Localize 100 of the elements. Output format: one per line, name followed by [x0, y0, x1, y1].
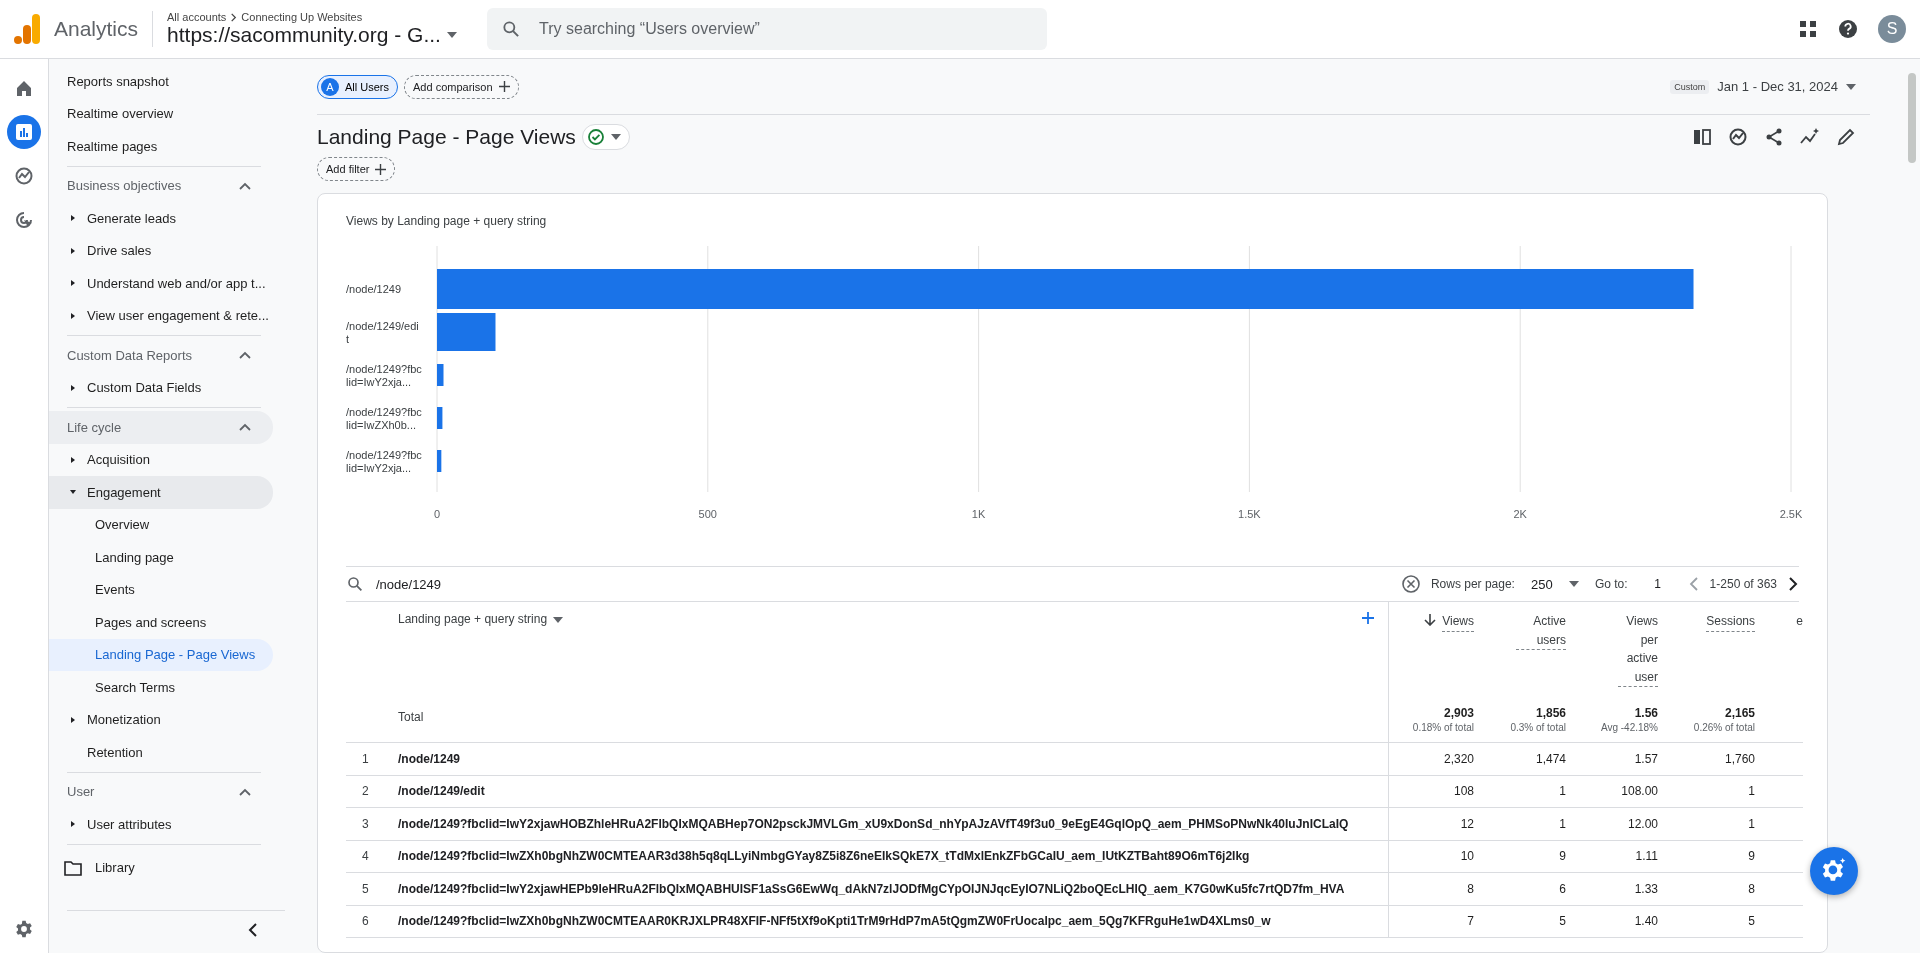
- row-number: 1: [346, 743, 398, 776]
- table-cell: 108.00: [1572, 775, 1664, 808]
- chart-title: Views by Landing page + query string: [346, 214, 548, 230]
- column-header[interactable]: Sessions: [1706, 612, 1755, 632]
- rows-per-page-label: Rows per page:: [1430, 577, 1515, 591]
- library-link[interactable]: Library: [49, 847, 273, 888]
- axis-tick-label: 2K: [1513, 508, 1527, 520]
- table-cell: /node/1249?fbclid=IwY2xjawHOBZhleHRuA2FlbQIxMQABHep7ON2psckJMVLGm_xU9xDonSd_nhYpAJzAVfT49f3u0_9eEgE4GqlOpQ_aem_PHMSoPNwNk40IuJnICLaIQ: [398, 808, 1388, 841]
- table-cell: 1: [1480, 808, 1572, 841]
- share-icon[interactable]: [1764, 127, 1784, 147]
- sidebar-item[interactable]: Reports snapshot: [49, 65, 273, 98]
- table-cell: /node/1249/edit: [398, 775, 1388, 808]
- axis-tick-label: 2.5K: [1779, 508, 1802, 520]
- table-cell: /node/1249: [398, 743, 1388, 776]
- rows-per-page-select[interactable]: 250: [1524, 575, 1585, 593]
- chevron-up-icon[interactable]: [239, 787, 251, 796]
- target-cursor-icon[interactable]: [14, 210, 34, 230]
- axis-tick-label: 500: [698, 508, 717, 520]
- total-share: Avg -42.18%: [1600, 722, 1658, 733]
- columns-icon[interactable]: [1692, 127, 1712, 147]
- chart-circle-icon[interactable]: [14, 166, 34, 186]
- axis-tick-label: 1K: [971, 508, 986, 520]
- settings-icon[interactable]: [14, 919, 34, 939]
- category-label: /node/1249/edit: [346, 320, 419, 345]
- property-selector[interactable]: https://sacommunity.org - G...: [167, 23, 468, 47]
- sidebar-item[interactable]: Events: [49, 573, 273, 606]
- axis-tick-label: 0: [433, 508, 441, 520]
- sidebar-item[interactable]: Acquisition: [49, 443, 273, 476]
- add-icon[interactable]: [1362, 612, 1374, 624]
- help-icon[interactable]: [1838, 19, 1858, 39]
- column-header[interactable]: Views: [1424, 612, 1474, 632]
- sidebar-item[interactable]: Overview: [49, 508, 273, 541]
- sidebar-item[interactable]: Monetization: [49, 703, 273, 736]
- check-circle-icon: [586, 128, 605, 146]
- category-label: /node/1249?fbclid=IwY2xja...: [346, 363, 422, 388]
- table-cell: 6: [1480, 873, 1572, 906]
- sidebar-item[interactable]: Engagement: [49, 476, 273, 509]
- row-number: 2: [346, 775, 398, 808]
- sidebar-item[interactable]: Realtime pages: [49, 130, 273, 163]
- column-header[interactable]: e: [1796, 612, 1803, 631]
- table-cell: 1: [1664, 808, 1761, 841]
- table-cell: 12.00: [1572, 808, 1664, 841]
- section-title: Business objectives: [67, 178, 182, 194]
- table-cell: 8: [1388, 873, 1480, 906]
- row-number: 5: [346, 873, 398, 906]
- sidebar-item[interactable]: Custom Data Fields: [49, 371, 273, 404]
- segment-chip[interactable]: A All Users: [317, 74, 398, 99]
- bar-chart-icon[interactable]: [14, 122, 34, 142]
- sidebar-item[interactable]: Landing Page - Page Views: [49, 638, 273, 671]
- bar[interactable]: [437, 407, 443, 429]
- plus-icon: [498, 81, 510, 92]
- report-title: Landing Page - Page Views: [317, 125, 576, 149]
- sidebar-item[interactable]: View user engagement & rete...: [49, 299, 273, 332]
- page-range: 1-250 of 363: [1709, 577, 1777, 591]
- table-cell: 2,320: [1388, 743, 1480, 776]
- table-cell: 10: [1388, 840, 1480, 873]
- insights-icon[interactable]: [1728, 127, 1748, 147]
- chevron-up-icon[interactable]: [239, 351, 251, 360]
- apps-grid-icon[interactable]: [1798, 19, 1818, 39]
- caret-icon: [553, 617, 564, 623]
- column-header[interactable]: Active users: [1516, 612, 1566, 651]
- sidebar-item[interactable]: Pages and screens: [49, 606, 273, 639]
- sidebar-item[interactable]: Retention: [49, 736, 273, 769]
- chevron-right-icon[interactable]: [1787, 577, 1799, 591]
- section-title: User: [67, 784, 95, 800]
- table-cell: /node/1249?fbclid=IwY2xjawHEPb9leHRuA2FlbQIxMQABHUISF1aSsG6EwWq_dAkN7zlJODfMgCYpOIJNJqcEyIO7NLiQ2boQEcLHIQ_aem_K7G0wKu5fc7rtQD7fm_HVA: [398, 873, 1388, 906]
- total-value: 2,903: [1442, 706, 1474, 720]
- breadcrumb-link[interactable]: Connecting Up Websites: [241, 11, 363, 23]
- chevron-up-icon[interactable]: [239, 181, 251, 190]
- row-number: 4: [346, 840, 398, 873]
- gear-sparkle-icon: [1821, 858, 1847, 884]
- column-header[interactable]: Views per active user: [1618, 612, 1658, 688]
- pencil-icon[interactable]: [1836, 127, 1856, 147]
- breadcrumb-link[interactable]: All accounts: [167, 11, 227, 23]
- table-cell: 108: [1388, 775, 1480, 808]
- home-icon[interactable]: [14, 78, 34, 98]
- date-range-picker[interactable]: Custom Jan 1 - Dec 31, 2024: [1664, 78, 1862, 95]
- bar[interactable]: [437, 450, 442, 472]
- column-header[interactable]: Landing page + query string: [398, 612, 564, 626]
- go-to-field[interactable]: 1: [1637, 577, 1678, 591]
- sidebar-item[interactable]: Search Terms: [49, 671, 273, 704]
- assistant-button[interactable]: [1810, 847, 1858, 895]
- chevron-up-icon[interactable]: [239, 423, 251, 432]
- sidebar-item[interactable]: Understand web and/or app t...: [49, 267, 273, 300]
- scrollbar[interactable]: [1908, 73, 1916, 163]
- report-status-dropdown[interactable]: [581, 124, 630, 150]
- sidebar-item[interactable]: Drive sales: [49, 234, 273, 267]
- total-value: 1,856: [1534, 706, 1566, 720]
- clear-icon[interactable]: [1400, 574, 1421, 594]
- sidebar-item[interactable]: User attributes: [49, 808, 273, 841]
- analytics-logo-icon: [14, 14, 42, 44]
- sidebar-item[interactable]: Realtime overview: [49, 97, 273, 130]
- table-cell: 12: [1388, 808, 1480, 841]
- sidebar-item[interactable]: Generate leads: [49, 202, 273, 235]
- total-share: 0.3% of total: [1510, 722, 1566, 733]
- chevron-left-icon[interactable]: [247, 923, 259, 937]
- section-title: Custom Data Reports: [67, 347, 192, 363]
- sidebar-item[interactable]: Landing page: [49, 541, 273, 574]
- row-number: 3: [346, 808, 398, 841]
- search-field[interactable]: Try searching “Users overview”: [487, 8, 1048, 50]
